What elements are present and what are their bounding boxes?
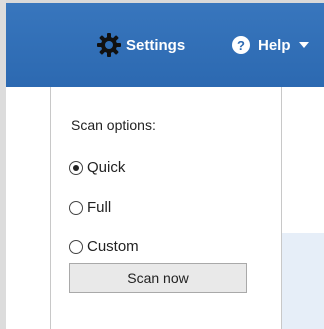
scan-options-label: Scan options:: [71, 117, 156, 133]
scan-option-label: Custom: [87, 238, 139, 255]
radio-unselected-icon[interactable]: [69, 200, 83, 215]
right-pane-shade: [282, 233, 324, 329]
settings-label: Settings: [126, 36, 186, 54]
right-pane: [282, 87, 324, 329]
scan-option-custom[interactable]: Custom: [69, 238, 139, 255]
main-content: Scan options: Quick Full Custom Scan now: [6, 87, 324, 329]
scan-option-label: Full: [87, 199, 112, 216]
question-icon: ?: [232, 36, 250, 54]
gear-icon: [96, 32, 122, 58]
chevron-down-icon: [298, 42, 309, 48]
header-bar: Settings ? Help: [6, 3, 324, 87]
left-pane: [6, 87, 51, 329]
scan-options-panel: Scan options: Quick Full Custom Scan now: [51, 87, 282, 329]
scan-option-label: Quick: [87, 159, 126, 176]
settings-button[interactable]: Settings: [96, 33, 185, 57]
help-button[interactable]: ? Help: [232, 33, 309, 57]
radio-selected-icon[interactable]: [69, 160, 83, 175]
radio-unselected-icon[interactable]: [69, 239, 83, 254]
scan-now-button[interactable]: Scan now: [69, 263, 247, 293]
help-label: Help: [258, 36, 291, 54]
scan-option-full[interactable]: Full: [69, 199, 111, 216]
scan-option-quick[interactable]: Quick: [69, 159, 125, 176]
